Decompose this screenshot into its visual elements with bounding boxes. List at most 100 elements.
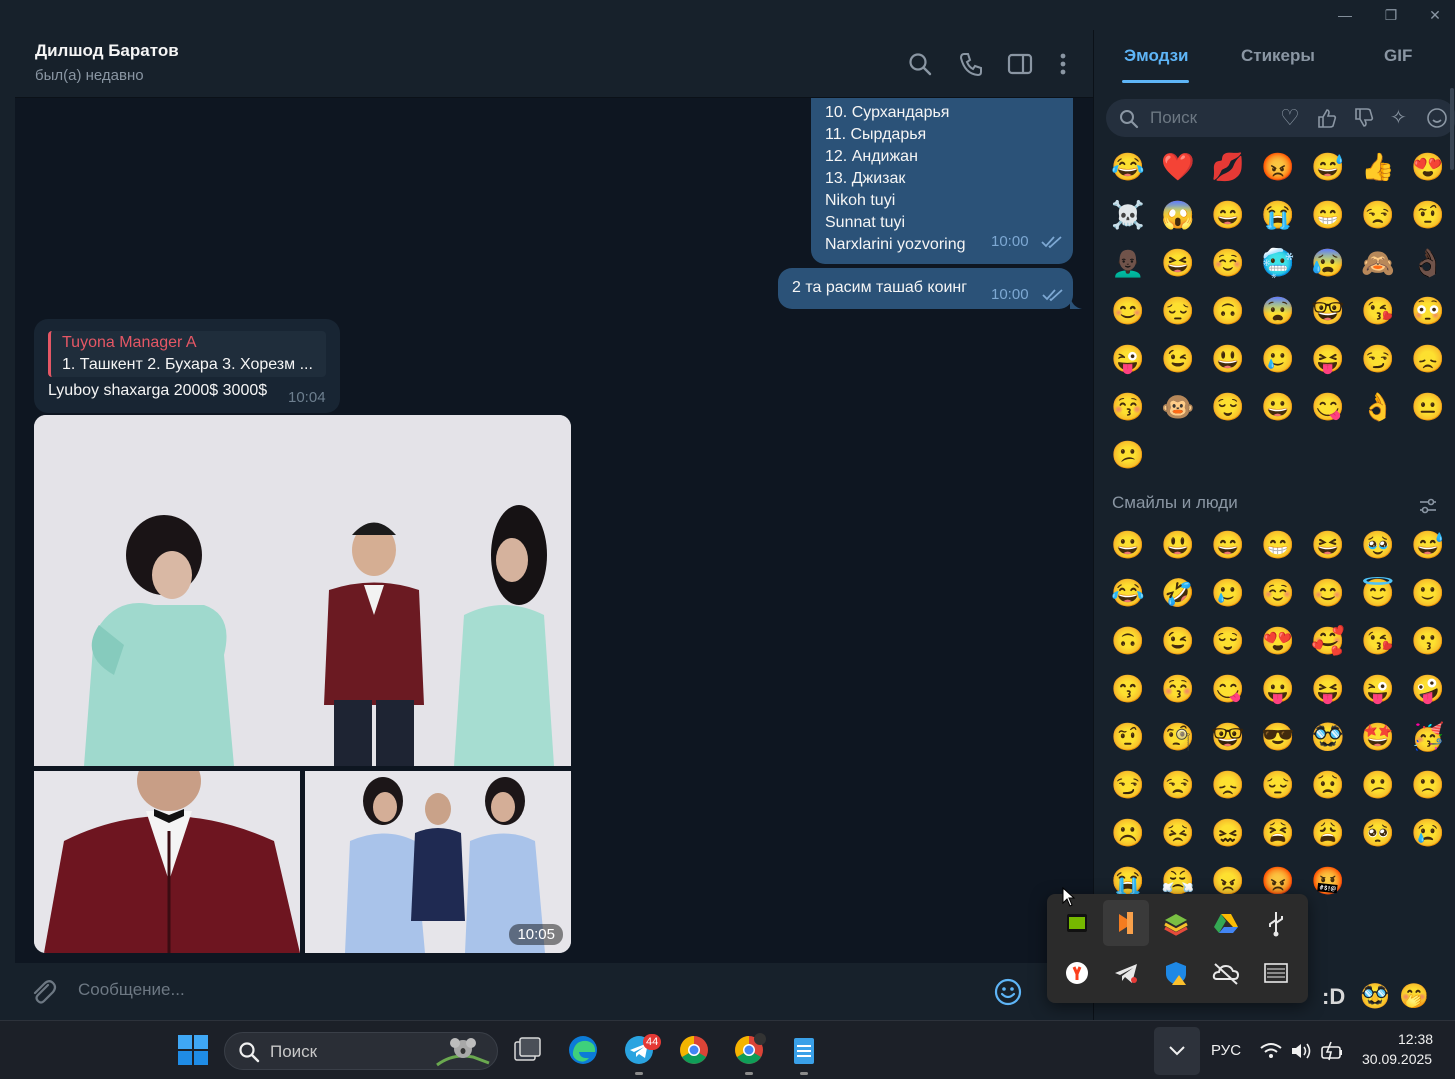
emoji-cell[interactable]: 🥳 (1410, 719, 1446, 755)
emoji-cell[interactable]: 😘 (1360, 293, 1396, 329)
emoji-cell[interactable]: 😞 (1410, 341, 1446, 377)
text-emoticon-category-icon[interactable]: :D (1322, 984, 1345, 1010)
bluestacks-icon[interactable] (1153, 900, 1199, 946)
reply-preview[interactable]: Tuyona Manager A 1. Ташкент 2. Бухара 3.… (48, 331, 326, 377)
clock-time[interactable]: 12:38 (1398, 1031, 1433, 1047)
tab-stickers[interactable]: Стикеры (1241, 46, 1315, 66)
emoji-cell[interactable]: 😘 (1360, 623, 1396, 659)
emoji-cell[interactable]: 😉 (1160, 623, 1196, 659)
emoji-cell[interactable]: 😋 (1310, 389, 1346, 425)
emoji-cell[interactable]: 🥺 (1360, 815, 1396, 851)
emoji-cell[interactable]: 😱 (1160, 197, 1196, 233)
message-input[interactable]: Сообщение... (78, 980, 185, 1000)
heart-category-icon[interactable]: ♡ (1280, 105, 1300, 131)
keyboard-icon[interactable] (1253, 950, 1299, 996)
incoming-message[interactable]: Tuyona Manager A 1. Ташкент 2. Бухара 3.… (34, 319, 340, 413)
emoji-cell[interactable]: 😇 (1360, 575, 1396, 611)
emoji-cell[interactable]: 😄 (1210, 527, 1246, 563)
smile-category-icon[interactable] (1426, 107, 1448, 129)
emoji-cell[interactable]: ☹️ (1110, 815, 1146, 851)
phone-icon[interactable] (957, 50, 985, 78)
party-category-icon[interactable]: ✧ (1390, 105, 1407, 130)
emoji-cell[interactable]: 😰 (1310, 245, 1346, 281)
emoji-cell[interactable]: 😝 (1310, 671, 1346, 707)
emoji-cell[interactable]: 🙃 (1110, 623, 1146, 659)
tab-gif[interactable]: GIF (1384, 46, 1412, 66)
emoji-cell[interactable]: 👍 (1360, 149, 1396, 185)
emoji-cell[interactable]: 😊 (1310, 575, 1346, 611)
thumbs-up-category-icon[interactable] (1316, 107, 1338, 129)
sticker-pack-icon[interactable]: 🥸 (1360, 982, 1390, 1011)
emoji-cell[interactable]: 😏 (1360, 341, 1396, 377)
emoji-cell[interactable]: 😌 (1210, 623, 1246, 659)
tab-emoji[interactable]: Эмодзи (1124, 46, 1189, 66)
show-hidden-icons-button[interactable] (1154, 1027, 1200, 1075)
usb-icon[interactable] (1253, 900, 1299, 946)
emoji-cell[interactable]: 😀 (1110, 527, 1146, 563)
emoji-cell[interactable]: 🥲 (1210, 575, 1246, 611)
emoji-cell[interactable]: 😛 (1260, 671, 1296, 707)
emoji-cell[interactable]: 😉 (1160, 341, 1196, 377)
minimize-button[interactable]: — (1333, 4, 1357, 26)
battery-charging-icon[interactable] (1320, 1041, 1344, 1061)
panel-scrollbar[interactable] (1450, 88, 1454, 170)
emoji-cell[interactable]: 🥸 (1310, 719, 1346, 755)
volume-icon[interactable] (1289, 1041, 1313, 1061)
edge-icon[interactable] (565, 1032, 601, 1068)
attach-icon[interactable] (29, 978, 57, 1006)
emoji-cell[interactable]: 😭 (1260, 197, 1296, 233)
emoji-cell[interactable]: 🤨 (1110, 719, 1146, 755)
emoji-cell[interactable]: 😅 (1410, 527, 1446, 563)
emoji-cell[interactable]: 😳 (1410, 293, 1446, 329)
emoji-cell[interactable]: 😁 (1260, 527, 1296, 563)
emoji-cell[interactable]: 😂 (1110, 149, 1146, 185)
emoji-cell[interactable]: 🤩 (1360, 719, 1396, 755)
emoji-cell[interactable]: ❤️ (1160, 149, 1196, 185)
defender-icon[interactable] (1153, 950, 1199, 996)
emoji-cell[interactable]: 😔 (1260, 767, 1296, 803)
emoji-cell[interactable]: 😜 (1110, 341, 1146, 377)
taskbar-search-input[interactable]: Поиск (224, 1032, 498, 1070)
emoji-cell[interactable]: 😩 (1310, 815, 1346, 851)
more-menu-icon[interactable] (1049, 50, 1077, 78)
emoji-cell[interactable]: 😚 (1110, 389, 1146, 425)
emoji-cell[interactable]: ☺️ (1260, 575, 1296, 611)
skin-tone-settings-icon[interactable] (1418, 497, 1438, 515)
emoji-cell[interactable]: 😄 (1210, 197, 1246, 233)
emoji-cell[interactable]: 😙 (1110, 671, 1146, 707)
wifi-icon[interactable] (1259, 1041, 1283, 1061)
windows-start-icon[interactable] (175, 1032, 211, 1068)
emoji-cell[interactable]: 🙁 (1410, 767, 1446, 803)
contact-name[interactable]: Дилшод Баратов (35, 41, 179, 61)
emoji-search-input[interactable]: Поиск ♡ ✧ (1106, 99, 1455, 137)
search-icon[interactable] (906, 50, 934, 78)
emoji-cell[interactable]: 😕 (1360, 767, 1396, 803)
emoji-cell[interactable]: 🙃 (1210, 293, 1246, 329)
notepad-icon[interactable] (786, 1032, 822, 1068)
emoji-cell[interactable]: 😃 (1160, 527, 1196, 563)
emoji-cell[interactable]: 🙂 (1410, 575, 1446, 611)
emoji-cell[interactable]: 🥶 (1260, 245, 1296, 281)
emoji-cell[interactable]: 🤓 (1210, 719, 1246, 755)
emoji-cell[interactable]: 🤓 (1310, 293, 1346, 329)
emoji-icon[interactable] (993, 977, 1023, 1007)
emoji-cell[interactable]: 😚 (1160, 671, 1196, 707)
emoji-cell[interactable]: 😃 (1210, 341, 1246, 377)
vlc-icon[interactable] (1103, 900, 1149, 946)
restore-button[interactable]: ❐ (1379, 4, 1403, 26)
sidebar-toggle-icon[interactable] (1006, 50, 1034, 78)
emoji-cell[interactable]: 👌🏿 (1410, 245, 1446, 281)
emoji-cell[interactable]: 🤨 (1410, 197, 1446, 233)
message-list[interactable]: 10. Сурхандарья 11. Сырдарья 12. Андижан… (15, 98, 1093, 963)
emoji-cell[interactable]: 😒 (1360, 197, 1396, 233)
emoji-cell[interactable]: 😆 (1160, 245, 1196, 281)
emoji-cell[interactable]: 😂 (1110, 575, 1146, 611)
emoji-cell[interactable]: 😅 (1310, 149, 1346, 185)
emoji-cell[interactable]: 🤪 (1410, 671, 1446, 707)
yandex-icon[interactable] (1054, 950, 1100, 996)
emoji-cell[interactable]: 🤣 (1160, 575, 1196, 611)
emoji-cell[interactable]: 🥲 (1260, 341, 1296, 377)
emoji-cell[interactable]: 😗 (1410, 623, 1446, 659)
emoji-cell[interactable]: 👨🏿‍🦲 (1110, 245, 1146, 281)
emoji-cell[interactable]: 🧐 (1160, 719, 1196, 755)
